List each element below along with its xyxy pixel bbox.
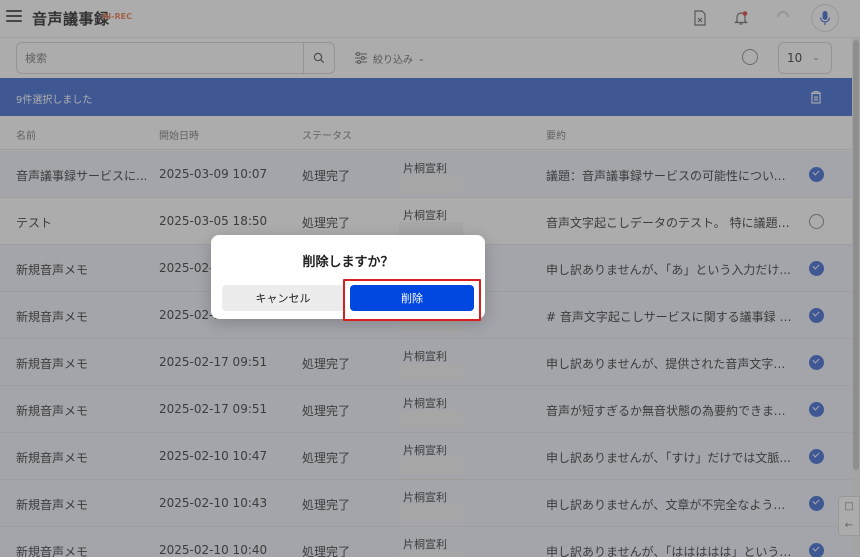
delete-button-highlight <box>343 279 481 321</box>
cancel-button[interactable]: キャンセル <box>222 285 344 311</box>
dialog-title: 削除しますか？ <box>302 255 394 270</box>
